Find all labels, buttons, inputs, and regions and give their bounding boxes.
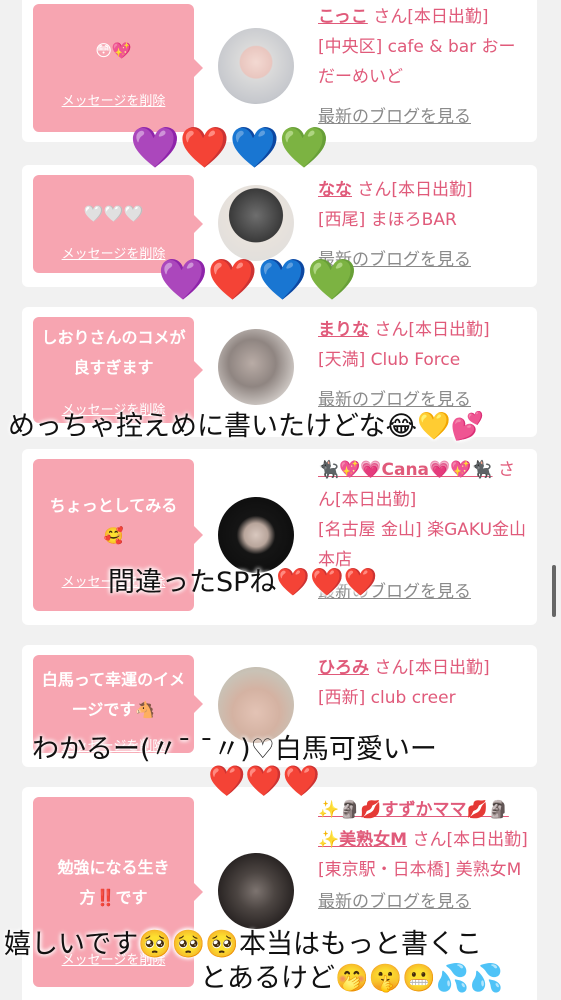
message-text: 勉強になる生き方‼️です — [57, 858, 170, 907]
cast-info: ひろみ さん[本日出勤] [西新] club creer — [318, 653, 528, 713]
cast-name-link[interactable]: なな — [318, 180, 352, 200]
delete-message-link[interactable]: メッセージを削除 — [33, 90, 194, 109]
shop-area: [東京駅・日本橋] 美熟女M — [318, 860, 522, 880]
message-text: 🤍🤍🤍 — [83, 204, 144, 223]
attendance-status: さん[本日出勤] — [412, 830, 528, 850]
cast-name-link[interactable]: ひろみ — [318, 658, 369, 678]
cast-info: まりな さん[本日出勤] [天満] Club Force 最新のブログを見る — [318, 315, 528, 415]
cast-name-link[interactable]: 🐈‍⬛💖💗Cana💗💖🐈‍⬛ — [318, 460, 493, 480]
latest-blog-link[interactable]: 最新のブログを見る — [318, 892, 471, 912]
latest-blog-link[interactable]: 最新のブログを見る — [318, 107, 471, 127]
message-text: 😳💖 — [95, 41, 132, 60]
hearts-sticker: 💜❤️💙💚 — [158, 257, 358, 303]
shop-area: [天満] Club Force — [318, 350, 461, 370]
cast-info: こっこ さん[本日出勤] [中央区] cafe & bar おーだーめいど 最新… — [318, 2, 528, 132]
shop-area: [中央区] cafe & bar おーだーめいど — [318, 37, 516, 87]
message-bubble: 😳💖 メッセージを削除 — [33, 4, 203, 132]
attendance-status: さん[本日出勤] — [357, 180, 473, 200]
shop-area: [西新] club creer — [318, 688, 456, 708]
avatar[interactable] — [218, 185, 294, 261]
shop-area: [西尾] まほろBAR — [318, 210, 457, 230]
message-text: ちょっとしてみる🥰 — [49, 496, 178, 545]
cast-card: 😳💖 メッセージを削除 こっこ さん[本日出勤] [中央区] cafe & ba… — [22, 0, 537, 142]
message-text: しおりさんのコメが良すぎます — [41, 328, 186, 377]
attendance-status: さん[本日出勤] — [373, 7, 489, 27]
cast-name-link[interactable]: こっこ — [318, 7, 368, 27]
attendance-status: さん[本日出勤] — [374, 320, 490, 340]
caption-text: めっちゃ控えめに書いたけどな😂💛💕 — [8, 411, 485, 442]
avatar[interactable] — [218, 28, 294, 104]
message-text: 白馬って幸運のイメージです🐴 — [41, 670, 186, 719]
attendance-status: さん[本日出勤] — [374, 658, 490, 678]
avatar[interactable] — [218, 329, 294, 405]
avatar[interactable] — [218, 853, 294, 929]
cast-name-link[interactable]: まりな — [318, 320, 369, 340]
hearts-sticker: 💜❤️💙💚 — [130, 125, 330, 171]
cast-info: ✨🗿💋すずかママ💋🗿✨美熟女M さん[本日出勤] [東京駅・日本橋] 美熟女M … — [318, 795, 528, 917]
caption-text: 間違ったSPね❤️❤️❤️ — [108, 567, 378, 598]
hearts-sticker: ❤️❤️❤️ — [208, 764, 321, 799]
caption-text: とあるけど🤭🤫😬💦💦 — [200, 963, 504, 994]
